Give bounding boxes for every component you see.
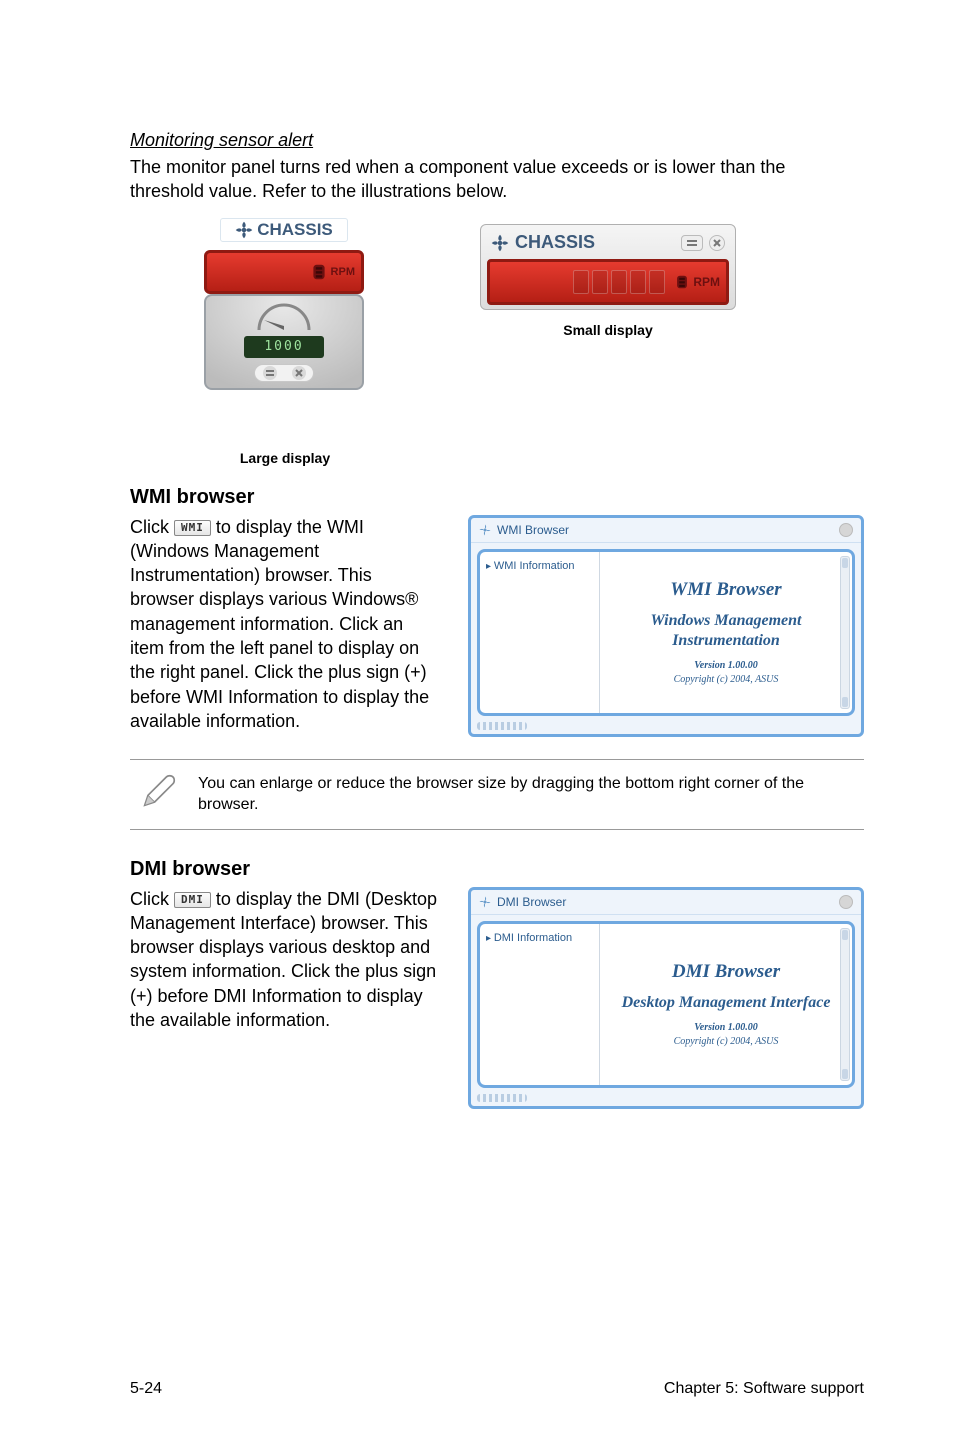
- fan-icon: [491, 234, 509, 252]
- wmi-body-pre: Click: [130, 517, 174, 537]
- footer-chapter: Chapter 5: Software support: [664, 1380, 864, 1398]
- wmi-version: Version 1.00.00: [694, 660, 758, 671]
- rpm-icon: [311, 262, 327, 282]
- chassis-readout-small: RPM: [487, 259, 729, 305]
- chassis-title-large: CHASSIS: [220, 218, 348, 242]
- footer-page-number: 5-24: [130, 1380, 162, 1398]
- gauge-body-large: 1000: [204, 294, 364, 390]
- chassis-label-small: CHASSIS: [515, 232, 595, 253]
- mini-icons: [254, 364, 314, 382]
- monitoring-body: The monitor panel turns red when a compo…: [130, 155, 864, 204]
- fan-icon: [235, 221, 253, 239]
- rpm-label-large: RPM: [331, 266, 355, 278]
- wmi-copyright: Copyright (c) 2004, ASUS: [674, 674, 779, 685]
- note-block: You can enlarge or reduce the browser si…: [130, 759, 864, 830]
- scrollbar[interactable]: [840, 556, 850, 709]
- chassis-label-large: CHASSIS: [257, 220, 333, 240]
- wmi-body-post: to display the WMI (Windows Management I…: [130, 517, 429, 731]
- close-icon: [709, 235, 725, 251]
- large-caption: Large display: [240, 450, 330, 466]
- wmi-button[interactable]: WMI: [174, 520, 211, 536]
- chassis-readout-large: RPM: [204, 250, 364, 294]
- note-text: You can enlarge or reduce the browser si…: [198, 773, 856, 816]
- fan-icon: [479, 896, 491, 908]
- dmi-button[interactable]: DMI: [174, 892, 211, 908]
- wmi-sub-title: Windows Management Instrumentation: [606, 611, 846, 649]
- wmi-body: Click WMI to display the WMI (Windows Ma…: [130, 515, 438, 734]
- dmi-version: Version 1.00.00: [694, 1022, 758, 1033]
- dmi-body: Click DMI to display the DMI (Desktop Ma…: [130, 887, 438, 1033]
- dmi-main-title: DMI Browser: [672, 961, 780, 983]
- fan-icon: [479, 524, 491, 536]
- rpm-icon: [675, 273, 689, 291]
- rpm-label-small: RPM: [693, 275, 720, 289]
- close-icon[interactable]: [839, 523, 853, 537]
- chassis-gauge-small: CHASSIS RPM: [480, 224, 736, 310]
- small-caption: Small display: [563, 322, 652, 338]
- resize-grip[interactable]: [477, 722, 527, 730]
- lcd-strip: 1000: [244, 336, 324, 358]
- dmi-body-pre: Click: [130, 889, 174, 909]
- chassis-title-small: CHASSIS: [491, 232, 595, 253]
- wmi-main-title: WMI Browser: [670, 579, 781, 601]
- dmi-copyright: Copyright (c) 2004, ASUS: [674, 1036, 779, 1047]
- dmi-tree-root[interactable]: DMI Information: [486, 932, 593, 944]
- figures-row: CHASSIS RPM 1000 Large display: [130, 214, 864, 466]
- wmi-browser-panel: WMI Browser WMI Information WMI Browser …: [468, 515, 864, 737]
- wmi-tree-root[interactable]: WMI Information: [486, 560, 593, 572]
- chassis-gauge-large: CHASSIS RPM 1000: [190, 214, 380, 444]
- close-icon: [292, 366, 306, 380]
- resize-grip[interactable]: [477, 1094, 527, 1102]
- wmi-heading: WMI browser: [130, 486, 864, 509]
- dmi-body-post: to display the DMI (Desktop Management I…: [130, 889, 437, 1030]
- pencil-icon: [138, 772, 178, 817]
- digit-boxes: [573, 270, 665, 294]
- dmi-browser-panel: DMI Browser DMI Information DMI Browser …: [468, 887, 864, 1109]
- monitoring-heading: Monitoring sensor alert: [130, 130, 864, 151]
- wmi-panel-title: WMI Browser: [497, 523, 569, 537]
- dmi-tree[interactable]: DMI Information: [480, 924, 600, 1085]
- close-icon[interactable]: [839, 895, 853, 909]
- config-icon: [263, 366, 277, 380]
- dmi-sub-title: Desktop Management Interface: [622, 993, 831, 1012]
- needle-arc-icon: [254, 302, 314, 332]
- config-icon: [681, 235, 703, 251]
- dmi-heading: DMI browser: [130, 858, 864, 881]
- scrollbar[interactable]: [840, 928, 850, 1081]
- wmi-tree[interactable]: WMI Information: [480, 552, 600, 713]
- dmi-panel-title: DMI Browser: [497, 895, 566, 909]
